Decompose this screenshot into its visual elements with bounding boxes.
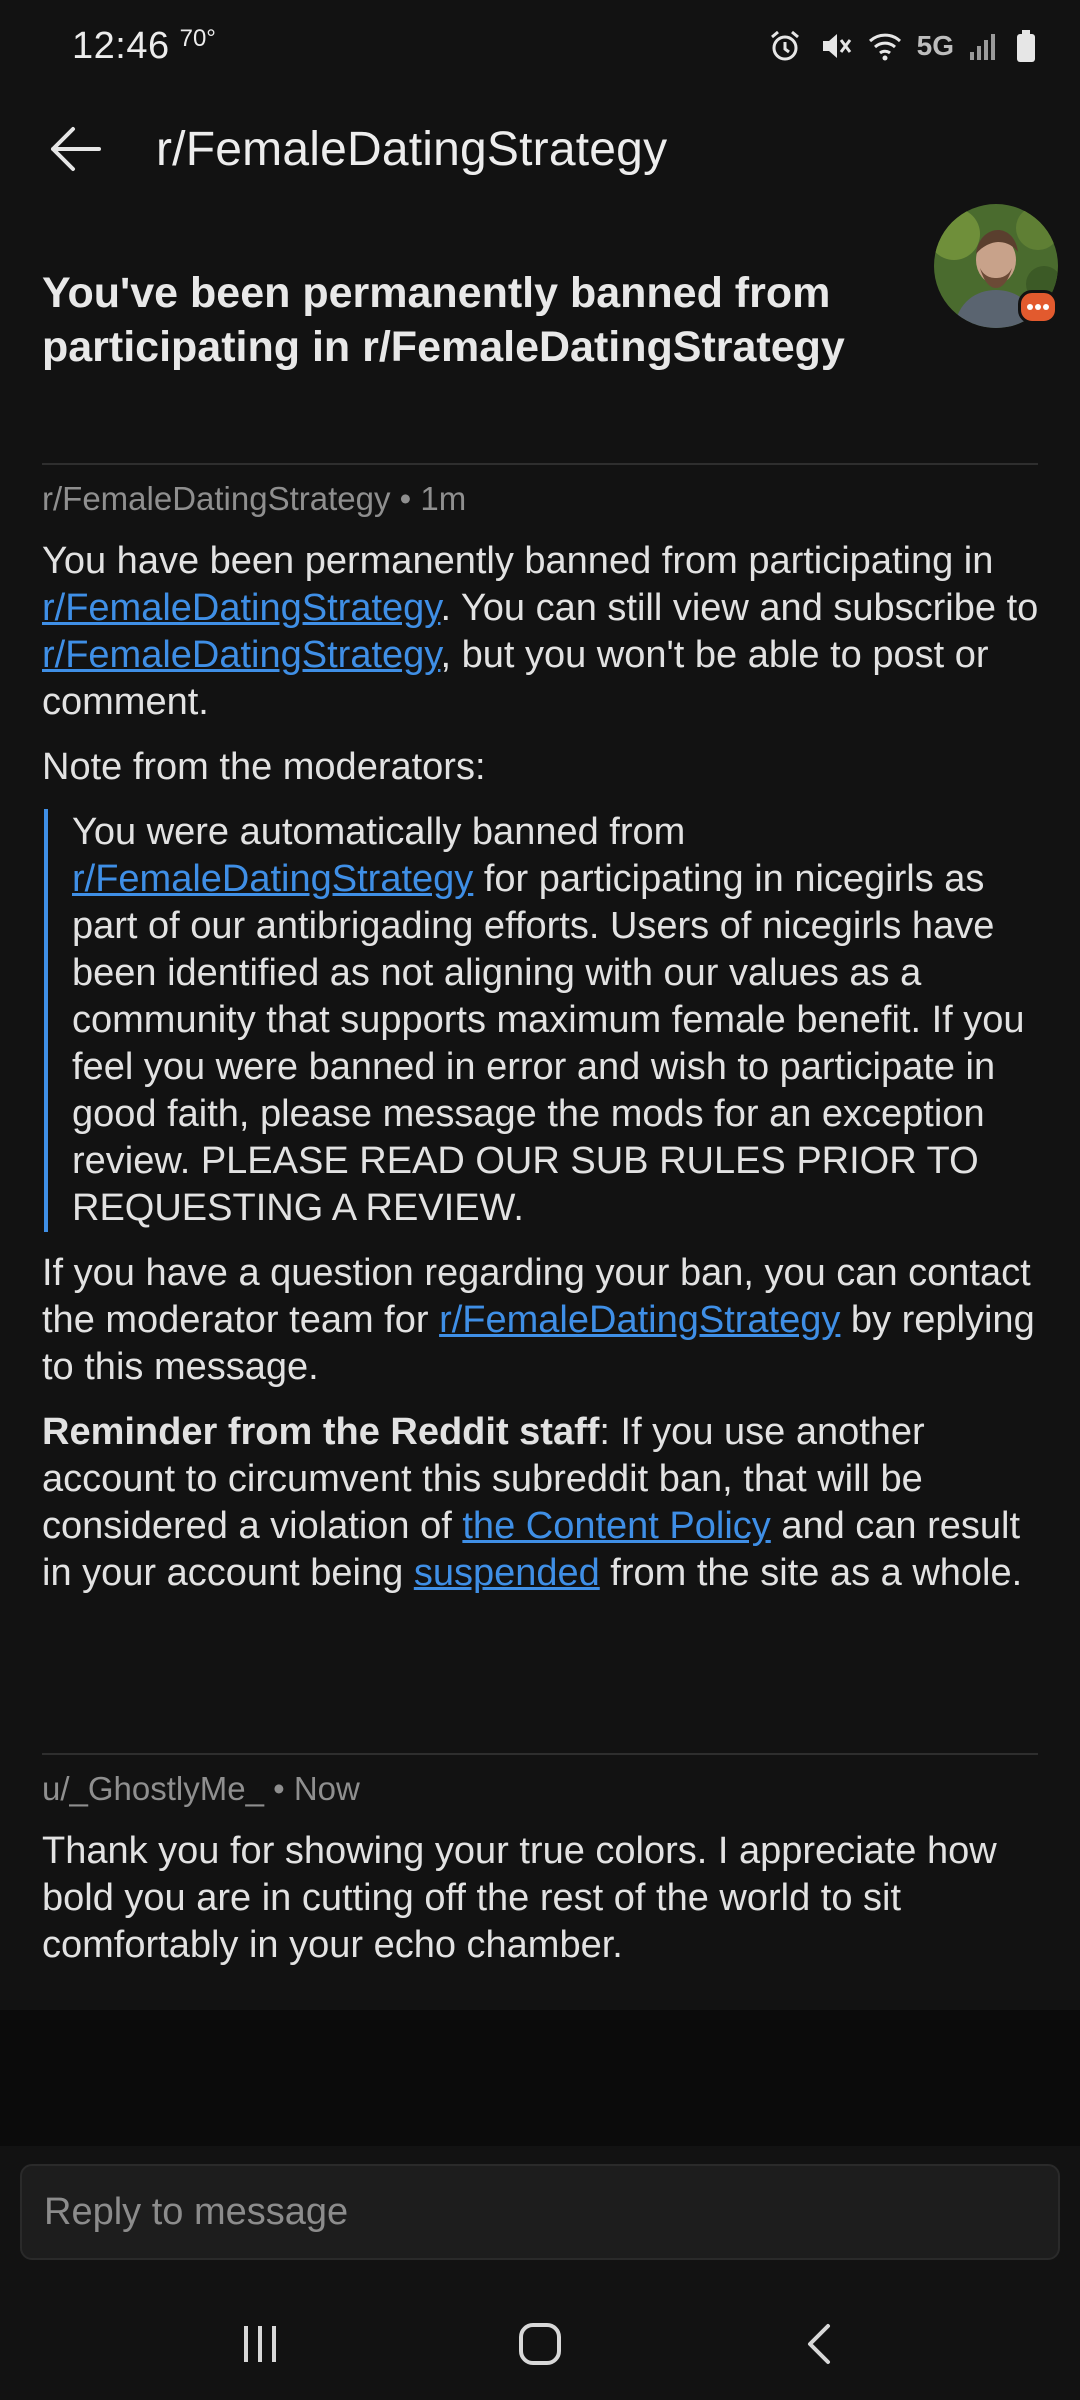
- wifi-icon: [867, 28, 903, 64]
- reply-area: [0, 2146, 1080, 2288]
- message-meta: r/FemaleDatingStrategy • 1m: [42, 480, 467, 517]
- status-time: 12:46: [72, 24, 170, 67]
- text-segment: You have been permanently banned from pa…: [42, 540, 994, 582]
- contact-paragraph: If you have a question regarding your ba…: [42, 1250, 1042, 1391]
- reply-input[interactable]: [20, 2164, 1060, 2260]
- message-author[interactable]: r/FemaleDatingStrategy: [42, 480, 390, 517]
- status-bar: 12:46 70° 5G: [0, 0, 1080, 92]
- network-label: 5G: [916, 30, 954, 61]
- chat-badge-icon: [1018, 290, 1058, 324]
- text-segment: You were automatically banned from: [72, 811, 686, 853]
- home-icon: [519, 2323, 561, 2365]
- text-segment: from the site as a whole.: [599, 1552, 1023, 1594]
- divider: [42, 1753, 1038, 1755]
- text-segment: for participating in nicegirls as part o…: [72, 858, 1025, 1229]
- navigation-bar: [0, 2288, 1080, 2400]
- message-author[interactable]: u/_GhostlyMe_: [42, 1770, 264, 1807]
- status-left: 12:46 70°: [72, 25, 216, 68]
- message-body: You have been permanently banned from pa…: [42, 538, 1042, 1615]
- recents-icon: [244, 2326, 276, 2362]
- message-time: 1m: [420, 480, 467, 517]
- message-time: Now: [293, 1770, 360, 1807]
- nav-back-button[interactable]: [775, 2299, 865, 2389]
- message-body: Thank you for showing your true colors. …: [42, 1828, 1042, 1987]
- app-header: r/FemaleDatingStrategy: [0, 92, 1080, 206]
- empty-area: [0, 2010, 1080, 2146]
- chevron-left-icon: [808, 2324, 830, 2364]
- subreddit-link[interactable]: r/FemaleDatingStrategy: [42, 634, 440, 676]
- subreddit-link[interactable]: r/FemaleDatingStrategy: [72, 858, 473, 900]
- arrow-left-icon: [51, 127, 101, 171]
- divider: [42, 463, 1038, 465]
- signal-icon: [968, 30, 1000, 62]
- home-button[interactable]: [495, 2299, 585, 2389]
- suspended-link[interactable]: suspended: [414, 1552, 600, 1594]
- page-title: You've been permanently banned from part…: [42, 269, 845, 371]
- message-meta: u/_GhostlyMe_ • Now: [42, 1770, 360, 1807]
- subreddit-link[interactable]: r/FemaleDatingStrategy: [42, 587, 440, 629]
- status-temperature: 70°: [179, 24, 216, 52]
- battery-icon: [1014, 28, 1038, 64]
- back-button[interactable]: [40, 114, 110, 184]
- header-title: r/FemaleDatingStrategy: [156, 122, 668, 176]
- reminder-label: Reminder from the Reddit staff: [42, 1411, 600, 1453]
- reminder-paragraph: Reminder from the Reddit staff: If you u…: [42, 1409, 1042, 1597]
- moderator-note-quote: You were automatically banned from r/Fem…: [44, 809, 1042, 1232]
- alarm-icon: [767, 28, 803, 64]
- recents-button[interactable]: [215, 2299, 305, 2389]
- mute-icon: [817, 28, 853, 64]
- ban-paragraph: You have been permanently banned from pa…: [42, 538, 1042, 726]
- reply-paragraph: Thank you for showing your true colors. …: [42, 1830, 997, 1966]
- content-policy-link[interactable]: the Content Policy: [462, 1505, 770, 1547]
- status-icons: 5G: [767, 28, 1038, 64]
- subreddit-link[interactable]: r/FemaleDatingStrategy: [439, 1299, 840, 1341]
- text-segment: . You can still view and subscribe to: [440, 587, 1039, 629]
- note-label: Note from the moderators:: [42, 746, 486, 788]
